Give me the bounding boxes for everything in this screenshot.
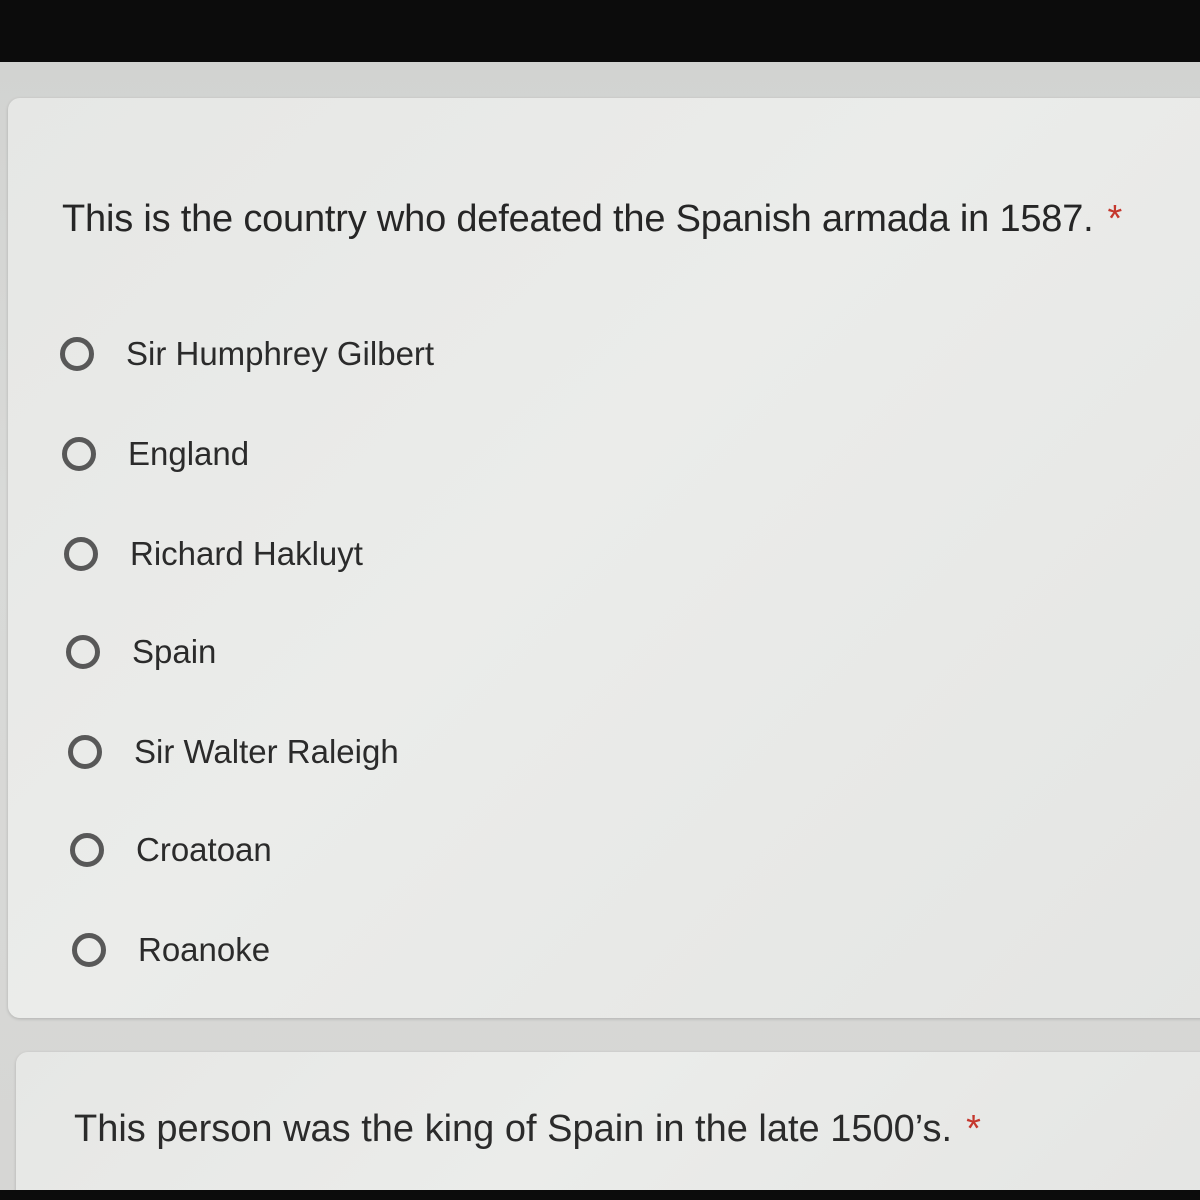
radio-unselected-icon[interactable]	[70, 833, 104, 867]
radio-option-roanoke[interactable]: Roanoke	[72, 920, 270, 980]
radio-option-label: Sir Walter Raleigh	[134, 733, 399, 770]
radio-unselected-icon[interactable]	[66, 635, 100, 669]
radio-option-label: Richard Hakluyt	[130, 535, 363, 572]
question-title-1: This is the country who defeated the Spa…	[62, 198, 1122, 241]
form-viewport: This is the country who defeated the Spa…	[0, 62, 1200, 1190]
radio-unselected-icon[interactable]	[62, 437, 96, 471]
required-asterisk: *	[966, 1108, 981, 1150]
required-asterisk: *	[1107, 198, 1123, 240]
radio-unselected-icon[interactable]	[72, 933, 106, 967]
radio-option-label: Sir Humphrey Gilbert	[126, 335, 435, 372]
radio-unselected-icon[interactable]	[64, 537, 98, 571]
radio-option-label: Roanoke	[138, 931, 271, 968]
radio-option-label: England	[128, 435, 250, 472]
radio-option-england[interactable]: England	[62, 424, 249, 484]
question-card-1: This is the country who defeated the Spa…	[8, 98, 1200, 1018]
radio-option-sir-walter-raleigh[interactable]: Sir Walter Raleigh	[68, 722, 399, 782]
question-card-2: This person was the king of Spain in the…	[16, 1052, 1200, 1190]
radio-option-croatoan[interactable]: Croatoan	[70, 820, 272, 880]
radio-option-label: Spain	[132, 633, 217, 670]
radio-option-label: Croatoan	[136, 831, 272, 868]
radio-unselected-icon[interactable]	[68, 735, 102, 769]
radio-option-spain[interactable]: Spain	[66, 622, 216, 682]
radio-option-richard-hakluyt[interactable]: Richard Hakluyt	[64, 524, 363, 584]
radio-unselected-icon[interactable]	[60, 337, 94, 371]
radio-option-sir-humphrey-gilbert[interactable]: Sir Humphrey Gilbert	[60, 324, 434, 384]
question-title-2: This person was the king of Spain in the…	[74, 1108, 981, 1151]
question-text: This is the country who defeated the Spa…	[62, 198, 1094, 240]
question-text: This person was the king of Spain in the…	[74, 1108, 953, 1150]
